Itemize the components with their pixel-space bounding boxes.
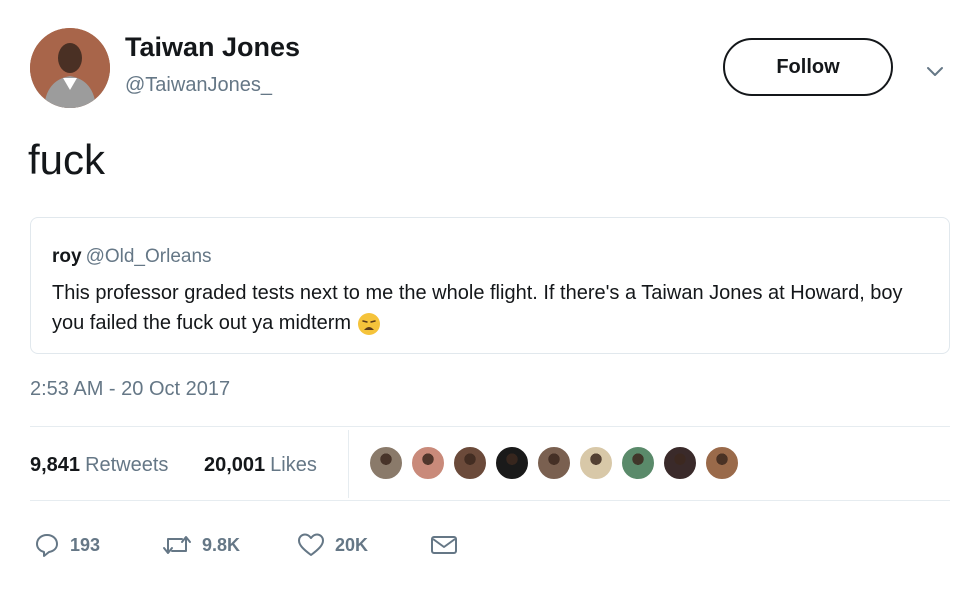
author-avatar[interactable] — [30, 28, 110, 108]
liker-avatar-icon[interactable] — [452, 445, 488, 481]
retweets-stat[interactable]: 9,841 Retweets — [30, 454, 168, 477]
liker-avatar-icon[interactable] — [536, 445, 572, 481]
likes-stat[interactable]: 20,001 Likes — [204, 454, 317, 477]
retweet-button[interactable]: 9.8K — [162, 530, 240, 560]
retweet-icon — [162, 532, 192, 558]
retweets-label: Retweets — [85, 454, 169, 476]
liker-avatar-icon[interactable] — [662, 445, 698, 481]
tweet-timestamp[interactable]: 2:53 AM - 20 Oct 2017 — [30, 378, 230, 401]
liker-avatar-icon[interactable] — [494, 445, 530, 481]
tweet-text: fuck — [28, 136, 106, 183]
tweet-card: Taiwan Jones @TaiwanJones_ Follow fuck r… — [0, 0, 980, 592]
liker-avatar-icon[interactable] — [368, 445, 404, 481]
liker-avatar-icon[interactable] — [620, 445, 656, 481]
author-display-name[interactable]: Taiwan Jones — [125, 32, 300, 63]
follow-button[interactable]: Follow — [723, 38, 893, 96]
liker-avatar-icon[interactable] — [704, 445, 740, 481]
divider — [30, 426, 950, 427]
liker-avatars — [368, 445, 740, 481]
quoted-tweet-header: roy @Old_Orleans — [52, 246, 212, 268]
likes-count: 20,001 — [204, 454, 266, 476]
reply-count: 193 — [70, 534, 101, 555]
retweets-count: 9,841 — [30, 454, 81, 476]
reply-button[interactable]: 193 — [34, 530, 100, 560]
quoted-tweet-text: This professor graded tests next to me t… — [52, 282, 903, 334]
quoted-tweet-body: This professor graded tests next to me t… — [52, 278, 932, 338]
likes-label: Likes — [270, 454, 317, 476]
direct-message-button[interactable] — [430, 530, 458, 560]
divider — [30, 500, 950, 501]
like-button[interactable]: 20K — [297, 530, 368, 560]
quoted-tweet[interactable]: roy @Old_Orleans This professor graded te… — [30, 217, 950, 354]
quoted-author-name: roy — [52, 246, 82, 267]
envelope-icon — [430, 534, 458, 556]
like-count: 20K — [335, 534, 369, 555]
quoted-author-handle: @Old_Orleans — [85, 246, 212, 267]
author-handle[interactable]: @TaiwanJones_ — [125, 74, 272, 97]
heart-icon — [297, 532, 325, 558]
stats-divider — [348, 430, 349, 498]
weary-face-emoji-icon — [357, 312, 381, 336]
liker-avatar-icon[interactable] — [410, 445, 446, 481]
liker-avatar-icon[interactable] — [578, 445, 614, 481]
reply-icon — [34, 532, 60, 558]
chevron-down-icon[interactable] — [924, 60, 946, 82]
retweet-count: 9.8K — [202, 534, 241, 555]
